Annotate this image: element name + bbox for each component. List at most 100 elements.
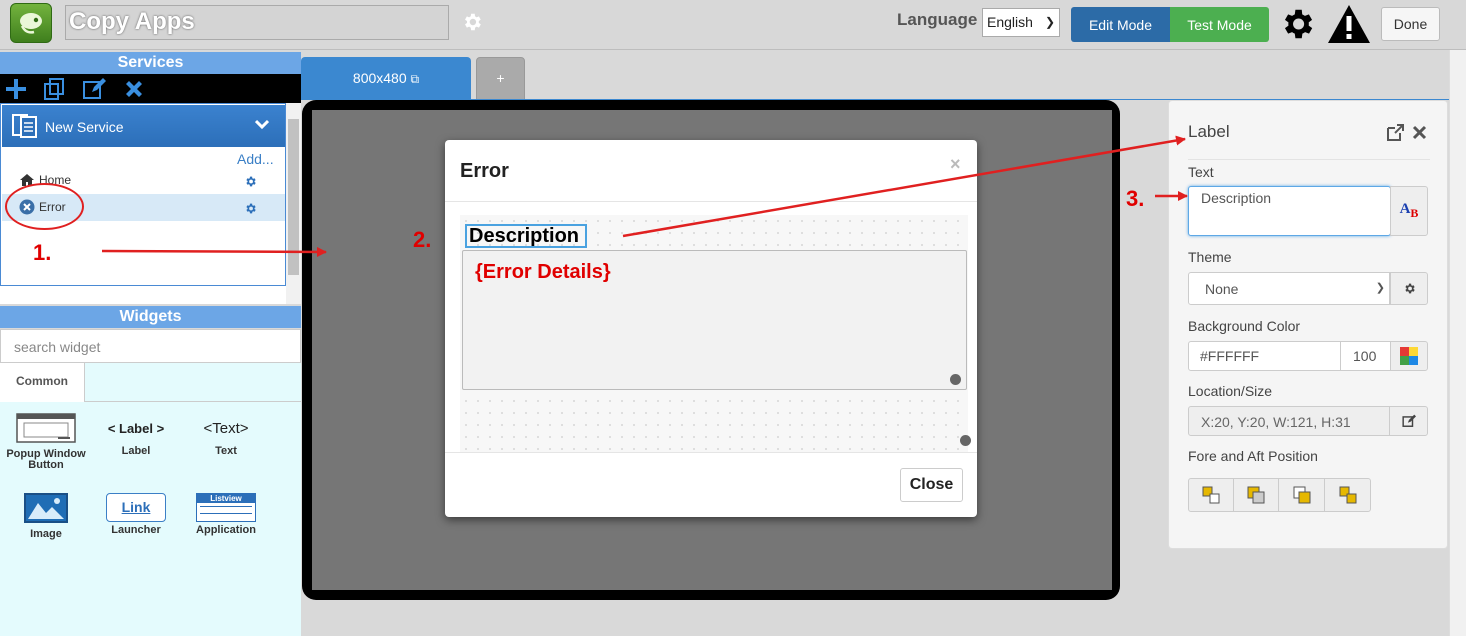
gear-icon[interactable]: [244, 175, 257, 188]
send-backward-icon: [1293, 486, 1310, 504]
widget-preview: Link: [106, 493, 166, 522]
send-to-back-button[interactable]: [1324, 478, 1371, 512]
add-tab-button[interactable]: +: [476, 57, 525, 100]
font-style-button[interactable]: AB: [1390, 186, 1428, 236]
page-scrollbar[interactable]: [1449, 50, 1466, 636]
add-link[interactable]: Add...: [237, 151, 274, 167]
services-toolbar: [0, 74, 301, 103]
gear-icon[interactable]: [244, 202, 257, 215]
annotation-step-2: 2.: [413, 227, 432, 252]
error-details-box[interactable]: {Error Details}: [462, 250, 967, 390]
search-widget-input[interactable]: search widget: [0, 329, 301, 363]
service-name: New Service: [45, 119, 124, 135]
scrollbar-thumb[interactable]: [288, 119, 299, 275]
add-icon[interactable]: [4, 77, 28, 101]
send-back-icon: [1339, 486, 1356, 504]
bring-to-front-button[interactable]: [1188, 478, 1234, 512]
background-color-value: #FFFFFF: [1200, 348, 1260, 364]
text-input-value: Description: [1201, 190, 1272, 206]
widget-label: Launcher: [111, 524, 161, 536]
widget-launcher[interactable]: Link Launcher: [91, 493, 181, 536]
image-icon: [24, 493, 68, 523]
bring-front-icon: [1202, 486, 1220, 504]
widget-label[interactable]: < Label > Label: [91, 421, 181, 457]
theme-value: None: [1205, 281, 1239, 297]
delete-icon[interactable]: [122, 77, 146, 101]
error-details-text: {Error Details}: [475, 261, 611, 283]
divider: [1188, 159, 1430, 160]
send-backward-button[interactable]: [1278, 478, 1325, 512]
widget-label: Label: [121, 445, 151, 457]
location-edit-button[interactable]: [1389, 406, 1428, 436]
close-icon[interactable]: [1412, 125, 1427, 140]
gear-icon[interactable]: [1278, 5, 1316, 43]
widget-label: Text: [215, 445, 237, 457]
edit-icon: [1401, 414, 1416, 427]
annotation-step-3: 3.: [1126, 186, 1145, 211]
bring-forward-icon: [1247, 486, 1265, 504]
widget-image[interactable]: Image: [1, 493, 91, 540]
bring-forward-button[interactable]: [1233, 478, 1279, 512]
color-palette-icon: [1400, 347, 1418, 365]
opacity-input[interactable]: 100: [1340, 341, 1391, 371]
theme-select[interactable]: None ❯: [1188, 272, 1390, 305]
settings-gear-icon[interactable]: [461, 11, 483, 33]
listview-icon: Listview: [196, 493, 256, 522]
theme-settings-button[interactable]: [1390, 272, 1428, 305]
chevron-down-icon: ❯: [1044, 15, 1055, 29]
copy-icon[interactable]: ⧉: [411, 72, 420, 86]
copy-icon[interactable]: [42, 77, 66, 101]
widget-text[interactable]: <Text> Text: [181, 420, 271, 457]
services-scrollbar[interactable]: [286, 103, 301, 304]
location-size-value: X:20, Y:20, W:121, H:31: [1201, 414, 1351, 430]
test-mode-button[interactable]: Test Mode: [1170, 7, 1269, 42]
services-heading: Services: [0, 52, 301, 74]
properties-title: Label: [1188, 122, 1230, 141]
tab-label: 800x480: [352, 70, 407, 86]
theme-label: Theme: [1188, 249, 1232, 265]
text-input[interactable]: Description: [1188, 186, 1391, 236]
properties-panel: Label Text Description AB Theme None ❯ B…: [1168, 100, 1448, 549]
close-icon[interactable]: ×: [950, 154, 961, 175]
service-header[interactable]: New Service: [2, 105, 285, 147]
widget-label: Image: [30, 528, 62, 540]
annotation-circle: [5, 183, 84, 230]
background-color-input[interactable]: #FFFFFF: [1188, 341, 1341, 371]
color-picker-button[interactable]: [1390, 341, 1428, 371]
popup-window-icon: [16, 413, 76, 443]
language-value: English: [987, 14, 1033, 30]
widget-application[interactable]: Listview Application: [181, 493, 271, 536]
description-label[interactable]: Description: [465, 224, 587, 248]
edit-mode-button[interactable]: Edit Mode: [1071, 7, 1170, 42]
app-title-field[interactable]: Copy Apps: [65, 5, 449, 40]
edit-icon[interactable]: [82, 77, 106, 101]
dialog-title: Error: [460, 160, 509, 182]
document-icon: [12, 114, 37, 138]
tab-common[interactable]: Common: [0, 363, 85, 402]
close-button[interactable]: Close: [900, 468, 963, 502]
resize-handle-icon[interactable]: [950, 374, 961, 385]
warning-icon[interactable]: [1326, 3, 1372, 45]
widgets-heading: Widgets: [0, 306, 301, 328]
gear-icon: [1404, 283, 1415, 294]
top-bar: Copy Apps Language English ❯ Edit Mode T…: [0, 0, 1466, 50]
resize-handle-icon[interactable]: [960, 435, 971, 446]
divider: [445, 201, 977, 202]
tab-800x480[interactable]: 800x480 ⧉: [301, 57, 471, 100]
widget-label: Popup Window Button: [6, 448, 86, 471]
language-select[interactable]: English ❯: [982, 8, 1060, 37]
annotation-step-1: 1.: [33, 240, 52, 265]
app-title: Copy Apps: [69, 8, 195, 35]
background-color-label: Background Color: [1188, 318, 1301, 334]
text-label: Text: [1188, 164, 1214, 180]
chevron-down-icon[interactable]: [255, 119, 269, 131]
widget-preview: <Text>: [203, 420, 249, 437]
widget-label: Application: [196, 524, 256, 536]
location-size-label: Location/Size: [1188, 383, 1273, 399]
error-dialog: Error × Description {Error Details} Clos…: [445, 140, 977, 517]
external-link-icon[interactable]: [1385, 123, 1405, 143]
widget-popup-window-button[interactable]: Popup Window Button: [1, 413, 91, 471]
done-button[interactable]: Done: [1381, 7, 1440, 41]
app-logo-icon: [10, 3, 52, 43]
fore-aft-buttons: [1188, 478, 1372, 512]
